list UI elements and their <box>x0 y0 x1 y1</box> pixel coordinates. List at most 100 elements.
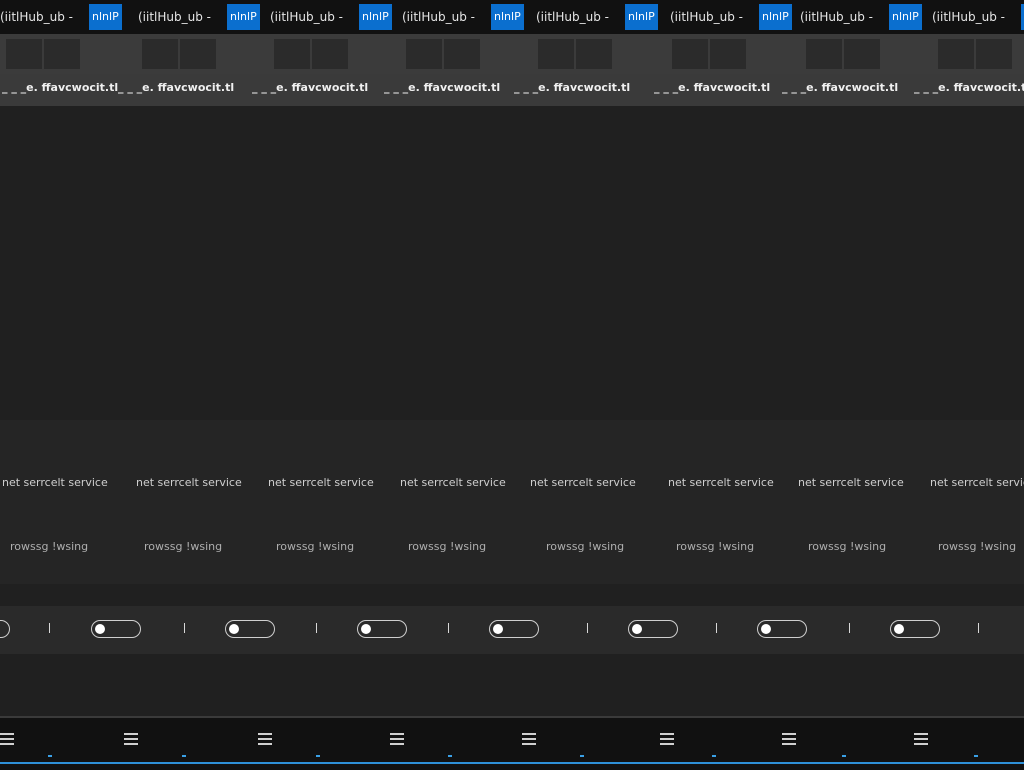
toolbar-button[interactable] <box>576 39 612 69</box>
toggle-knob <box>95 624 105 634</box>
browser-tab[interactable]: (iitlHub_ub - nlnlP <box>136 4 260 30</box>
browser-tab[interactable]: (iitlHub_ub - nlnlP <box>268 4 392 30</box>
taskbar-icon[interactable] <box>258 730 272 748</box>
toggle-knob <box>361 624 371 634</box>
tab-title: (iitlHub_ub - <box>0 10 74 24</box>
browser-toolbar <box>0 34 1024 74</box>
favorite-link[interactable]: _ _ _e. ffavcwocit.tl <box>654 81 770 94</box>
tab-pin-button[interactable]: nlnlP <box>359 4 392 30</box>
taskbar-icon[interactable] <box>914 730 928 748</box>
tab-title: (iitlHub_ub - <box>270 10 344 24</box>
tab-pin-button[interactable]: nlnlP <box>491 4 524 30</box>
favorite-link[interactable]: _ _ _e. ffavcwocit.tl <box>2 81 118 94</box>
toolbar-group <box>6 39 80 69</box>
separator-tick <box>448 623 449 633</box>
separator-tick <box>184 623 185 633</box>
browser-tab[interactable]: (iitlHub_ub - nlnlP <box>798 4 922 30</box>
tray-indicator <box>316 755 320 757</box>
toolbar-button[interactable] <box>976 39 1012 69</box>
separator-tick <box>849 623 850 633</box>
page-content-lower <box>0 654 1024 718</box>
toolbar-button[interactable] <box>142 39 178 69</box>
toggle-switch[interactable] <box>757 620 807 638</box>
toggle-switch[interactable] <box>489 620 539 638</box>
tray-indicator <box>842 755 846 757</box>
tab-title: (iitlHub_ub - <box>138 10 212 24</box>
toolbar-group <box>938 39 1012 69</box>
toolbar-button[interactable] <box>44 39 80 69</box>
toolbar-button[interactable] <box>844 39 880 69</box>
browsing-label: rowssg !wsing <box>938 540 1017 553</box>
tray-indicator <box>974 755 978 757</box>
favorite-link[interactable]: _ _ _e. ffavcwocit.tl <box>118 81 234 94</box>
separator-tick <box>49 623 50 633</box>
tab-strip: (iitlHub_ub - nlnlP (iitlHub_ub - nlnlP … <box>0 0 1024 34</box>
favorite-link[interactable]: _ _ _e. ffavcwocit.tl <box>252 81 368 94</box>
toolbar-group <box>142 39 216 69</box>
tab-pin-button[interactable]: nlnlP <box>227 4 260 30</box>
toggle-switch[interactable] <box>91 620 141 638</box>
page-content <box>0 106 1024 420</box>
favorite-link[interactable]: _ _ _e. ffavcwocit.tl <box>914 81 1024 94</box>
favorites-bar: _ _ _e. ffavcwocit.tl _ _ _e. ffavcwocit… <box>0 74 1024 106</box>
service-label: net serrcelt service <box>2 476 108 489</box>
toggle-switch[interactable] <box>890 620 940 638</box>
favorite-link[interactable]: _ _ _e. ffavcwocit.tl <box>782 81 898 94</box>
tab-pin-button[interactable]: nlnlP <box>889 4 922 30</box>
browsing-label: rowssg !wsing <box>10 540 89 553</box>
toolbar-button[interactable] <box>6 39 42 69</box>
browsing-label: rowssg !wsing <box>408 540 487 553</box>
taskbar-icon[interactable] <box>522 730 536 748</box>
taskbar-progress <box>0 762 1024 764</box>
browser-tab[interactable]: (iitlHub_ub - nlnlP <box>534 4 658 30</box>
tray-indicator <box>712 755 716 757</box>
toolbar-button[interactable] <box>938 39 974 69</box>
toggle-switch[interactable] <box>628 620 678 638</box>
service-label: net serrcelt service <box>930 476 1024 489</box>
browser-tab[interactable]: (iitlHub_ub - nlnlP <box>930 4 1024 30</box>
toolbar-button[interactable] <box>806 39 842 69</box>
browser-tab[interactable]: (iitlHub_ub - nlnlP <box>0 4 122 30</box>
taskbar-icon[interactable] <box>0 730 14 748</box>
taskbar-icon[interactable] <box>660 730 674 748</box>
separator-tick <box>978 623 979 633</box>
toolbar-button[interactable] <box>406 39 442 69</box>
service-panel: net serrcelt service net serrcelt servic… <box>0 420 1024 584</box>
taskbar-icon[interactable] <box>782 730 796 748</box>
separator-tick <box>316 623 317 633</box>
browser-tab[interactable]: (iitlHub_ub - nlnlP <box>400 4 524 30</box>
tray-indicator <box>448 755 452 757</box>
tab-pin-button[interactable]: nlnlP <box>89 4 122 30</box>
toolbar-button[interactable] <box>672 39 708 69</box>
toolbar-button[interactable] <box>710 39 746 69</box>
toggle-switch[interactable] <box>357 620 407 638</box>
separator-tick <box>587 623 588 633</box>
separator-tick <box>716 623 717 633</box>
toolbar-group <box>274 39 348 69</box>
taskbar <box>0 716 1024 770</box>
toolbar-button[interactable] <box>538 39 574 69</box>
browser-tab[interactable]: (iitlHub_ub - nlnlP <box>668 4 792 30</box>
service-label: net serrcelt service <box>798 476 904 489</box>
service-label: net serrcelt service <box>668 476 774 489</box>
toggle-knob <box>493 624 503 634</box>
taskbar-icon[interactable] <box>390 730 404 748</box>
toolbar-group <box>538 39 612 69</box>
toggle-knob <box>632 624 642 634</box>
service-label: net serrcelt service <box>268 476 374 489</box>
browsing-label: rowssg !wsing <box>676 540 755 553</box>
favorite-link[interactable]: _ _ _e. ffavcwocit.tl <box>384 81 500 94</box>
taskbar-icon[interactable] <box>124 730 138 748</box>
tab-title: (iitlHub_ub - <box>536 10 610 24</box>
favorite-link[interactable]: _ _ _e. ffavcwocit.tl <box>514 81 630 94</box>
tab-pin-button[interactable]: nlnlP <box>759 4 792 30</box>
toolbar-button[interactable] <box>274 39 310 69</box>
tab-pin-button[interactable]: nlnlP <box>625 4 658 30</box>
toggle-switch[interactable] <box>225 620 275 638</box>
toolbar-button[interactable] <box>180 39 216 69</box>
toolbar-button[interactable] <box>312 39 348 69</box>
toggle-switch[interactable] <box>0 620 10 638</box>
toolbar-button[interactable] <box>444 39 480 69</box>
toggle-knob <box>229 624 239 634</box>
browsing-label: rowssg !wsing <box>546 540 625 553</box>
